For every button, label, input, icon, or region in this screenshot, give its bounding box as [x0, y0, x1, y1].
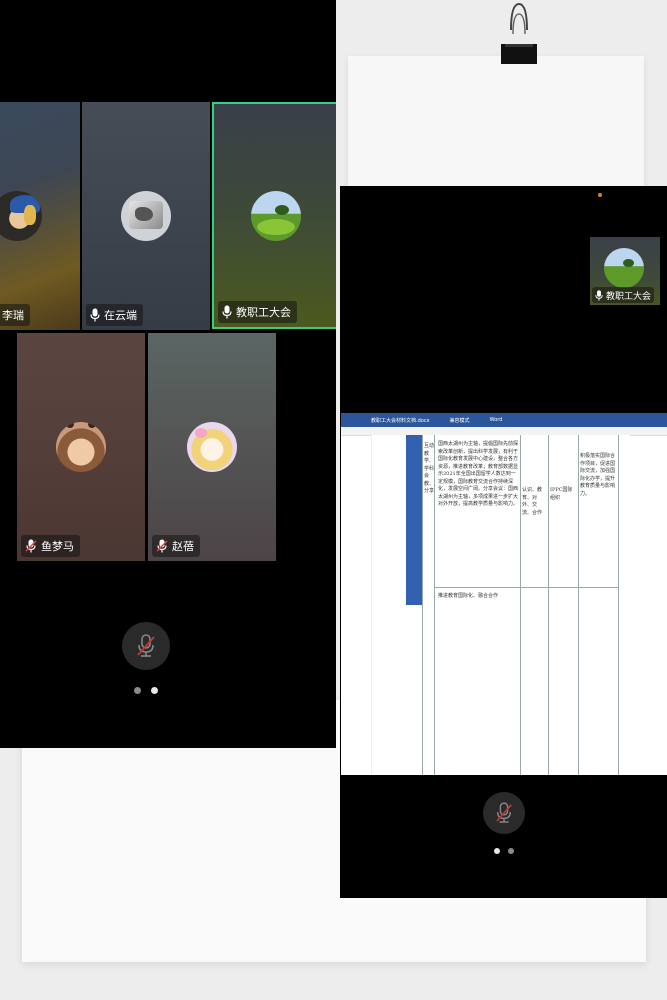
table-cell-text: 推进教育国际化、融合合作: [438, 593, 499, 599]
table-cell-text: 互动教学、学科会教、分享: [424, 443, 435, 494]
right-phone-screenshot: 教职工大会 教职工大会材料文档.docx 兼容模式 Word 互动教学、学科会教…: [340, 186, 667, 898]
animal-photo-avatar: [121, 191, 171, 241]
document-title-bar: 教职工大会材料文档.docx 兼容模式 Word: [341, 413, 667, 427]
table-cell-text: 积极落实国际合作项目，促进国际交流，加强国际化办学，提升教育质量与影响力。: [580, 453, 616, 497]
document-page: 互动教学、学科会教、分享 国西太湖州为主轴，提倡国际先前探索改革创新，提出科学发…: [371, 435, 630, 775]
participant-name: 在云端: [104, 309, 137, 322]
participant-name: 鱼梦马: [41, 540, 74, 553]
participant-name: 赵蓓: [172, 540, 194, 553]
mic-muted-icon: [156, 539, 168, 553]
binder-clip-icon: [501, 2, 537, 64]
left-phone-screenshot: 李瑞 在云端 教职工大会 鱼梦马 赵蓓: [0, 0, 336, 748]
microphone-icon: [222, 305, 232, 319]
table-cell-text: 认识、教育、对外、交流、合作: [522, 487, 543, 516]
participant-name: 李瑞: [2, 309, 24, 322]
table-blue-column: [406, 435, 422, 605]
page-dot-active[interactable]: [151, 687, 158, 694]
page-indicator[interactable]: [134, 687, 158, 694]
page-dot-active[interactable]: [494, 848, 500, 854]
mic-muted-icon: [496, 802, 512, 823]
document-title: 教职工大会材料文档.docx: [371, 417, 430, 424]
table-row-divider: [434, 587, 618, 588]
participant-name-tag: 李瑞: [0, 304, 30, 326]
green-field-avatar: [251, 191, 301, 241]
participant-name-tag: 教职工大会: [218, 301, 297, 323]
mute-toggle-button[interactable]: [122, 622, 170, 670]
mute-toggle-button[interactable]: [483, 792, 525, 834]
table-column-divider: [618, 435, 619, 775]
table-cell-text: 国西太湖州为主轴，提倡国际先前探索改革创新，提出科学发展，有利于国际化教育发展中…: [438, 441, 519, 507]
participant-name-tag: 教职工大会: [592, 287, 655, 303]
child-photo-avatar: [56, 422, 106, 472]
participant-name-tag: 鱼梦马: [21, 535, 80, 557]
table-column-divider: [422, 435, 423, 775]
page-indicator[interactable]: [494, 848, 514, 854]
mic-muted-icon: [25, 539, 37, 553]
table-column-divider: [548, 435, 549, 775]
table-cell-text: IPPC国际组织: [550, 487, 573, 501]
mic-muted-icon: [137, 634, 155, 657]
participant-name: 教职工大会: [606, 291, 652, 302]
floating-video-tile[interactable]: 教职工大会: [590, 237, 660, 305]
recording-indicator: [598, 193, 602, 197]
participant-name-tag: 在云端: [86, 304, 143, 326]
green-field-avatar: [604, 248, 644, 288]
page-dot[interactable]: [508, 848, 514, 854]
shared-screen-document[interactable]: 教职工大会材料文档.docx 兼容模式 Word 互动教学、学科会教、分享 国西…: [341, 413, 667, 775]
page-dot[interactable]: [134, 687, 141, 694]
microphone-icon: [595, 289, 603, 301]
document-app-name: Word: [489, 417, 503, 423]
table-column-divider: [434, 435, 435, 775]
participant-tile-li-rui[interactable]: 李瑞: [0, 102, 80, 330]
participant-tile-zai-yun-duan[interactable]: 在云端: [82, 102, 210, 330]
table-column-divider: [520, 435, 521, 775]
table-column-divider: [578, 435, 579, 775]
participant-tile-jiao-zhi-gong-da-hui[interactable]: 教职工大会: [212, 102, 336, 329]
microphone-icon: [90, 308, 100, 322]
participant-tile-zhao-bei[interactable]: 赵蓓: [148, 333, 276, 561]
participant-tile-yu-meng-ma[interactable]: 鱼梦马: [17, 333, 145, 561]
participant-name: 教职工大会: [236, 306, 291, 319]
document-mode: 兼容模式: [449, 417, 470, 424]
participant-name-tag: 赵蓓: [152, 535, 200, 557]
anime-girl-avatar: [187, 422, 237, 472]
